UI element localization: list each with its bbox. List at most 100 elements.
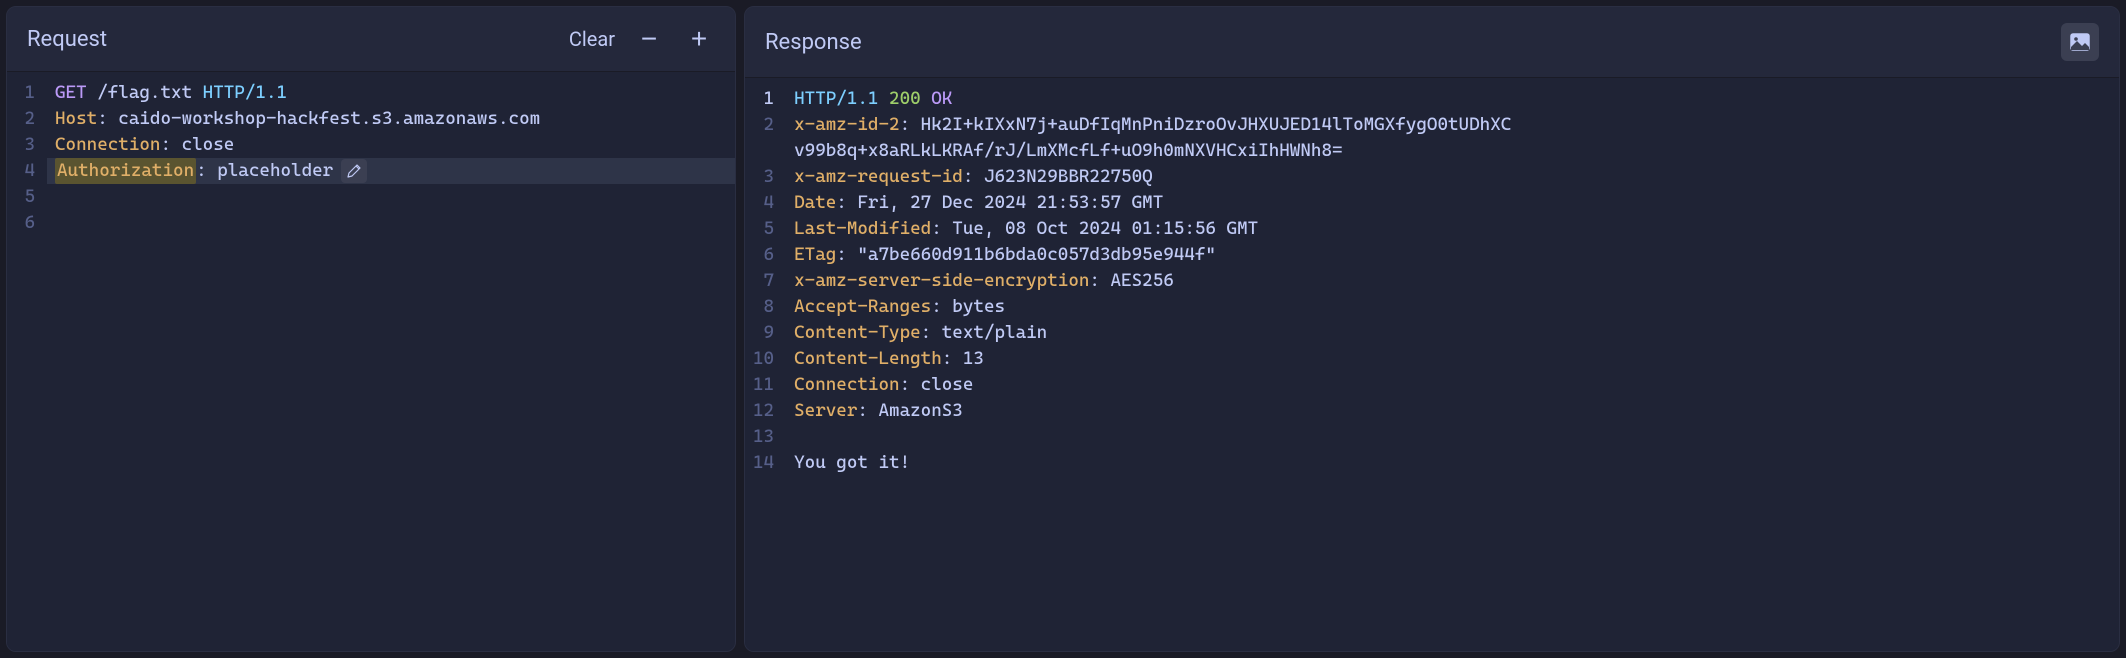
line-number: 1 (753, 86, 774, 112)
line-number: 2 (753, 112, 774, 138)
line-number: 1 (15, 80, 35, 106)
code-token: : Tue, 08 Oct 2024 01:15:56 GMT (931, 216, 1258, 242)
line-number: 6 (15, 210, 35, 236)
line-number: 6 (753, 242, 774, 268)
code-token: Date (794, 190, 836, 216)
code-token: Last-Modified (794, 216, 931, 242)
code-token: GET (55, 80, 87, 106)
response-code-line: Accept-Ranges: bytes (786, 294, 2119, 320)
line-number: 7 (753, 268, 774, 294)
response-panel: Response 1234567891011121314 HTTP/1.1 20… (744, 6, 2120, 652)
request-code-area[interactable]: 123456 GET /flag.txt HTTP/1.1Host: caido… (7, 72, 735, 651)
response-actions (2061, 23, 2099, 61)
response-code-line: ETag: "a7be660d911b6bda0c057d3db95e944f" (786, 242, 2119, 268)
code-token: Content-Type (794, 320, 921, 346)
code-token: HTTP/1.1 (794, 86, 889, 112)
minus-icon: − (641, 23, 657, 55)
code-token: Server (794, 398, 857, 424)
line-number: 11 (753, 372, 774, 398)
line-number: 5 (753, 216, 774, 242)
code-token: x-amz-server-side-encryption (794, 268, 1089, 294)
request-panel: Request Clear − + 123456 GET /flag.txt H… (6, 6, 736, 652)
request-actions: Clear − + (569, 23, 715, 55)
response-code-line: Content-Length: 13 (786, 346, 2119, 372)
request-code-line: Authorization: placeholder (47, 158, 735, 184)
response-code-line: Server: AmazonS3 (786, 398, 2119, 424)
request-title: Request (27, 27, 569, 52)
request-code-line: Host: caido-workshop-hackfest.s3.amazona… (47, 106, 735, 132)
code-token: Connection (55, 132, 160, 158)
response-code-line: x-amz-server-side-encryption: AES256 (786, 268, 2119, 294)
line-number: 14 (753, 450, 774, 476)
request-code-content[interactable]: GET /flag.txt HTTP/1.1Host: caido-worksh… (47, 72, 735, 651)
line-number: 10 (753, 346, 774, 372)
code-token: : caido-workshop-hackfest.s3.amazonaws.c… (97, 106, 540, 132)
code-token: : AmazonS3 (857, 398, 962, 424)
code-token: : "a7be660d911b6bda0c057d3db95e944f" (836, 242, 1216, 268)
response-code-line: Content-Type: text/plain (786, 320, 2119, 346)
code-token: Connection (794, 372, 899, 398)
code-token: v99b8q+x8aRLkLKRAf/rJ/LmXMcfLf+uO9h0mNXV… (794, 138, 1342, 164)
response-code-line: Connection: close (786, 372, 2119, 398)
code-token: Content-Length (794, 346, 942, 372)
response-code-line: x-amz-id-2: Hk2I+kIXxN7j+auDfIqMnPniDzro… (786, 112, 2119, 138)
line-number: 13 (753, 424, 774, 450)
code-token: HTTP/1.1 (203, 80, 287, 106)
response-code-line: Last-Modified: Tue, 08 Oct 2024 01:15:56… (786, 216, 2119, 242)
response-code-line: v99b8q+x8aRLkLKRAf/rJ/LmXMcfLf+uO9h0mNXV… (786, 138, 2119, 164)
pencil-icon (347, 164, 361, 178)
code-token: OK (931, 86, 952, 112)
response-code-line: Date: Fri, 27 Dec 2024 21:53:57 GMT (786, 190, 2119, 216)
response-code-line (786, 424, 2119, 450)
line-number: 2 (15, 106, 35, 132)
code-token: You got it! (794, 450, 910, 476)
response-title: Response (765, 30, 2061, 55)
code-token: : placeholder (196, 158, 333, 184)
line-number: 5 (15, 184, 35, 210)
code-token: Authorization (55, 158, 196, 184)
response-header: Response (745, 7, 2119, 78)
clear-button[interactable]: Clear (569, 27, 615, 51)
code-token: Accept-Ranges (794, 294, 931, 320)
line-number: 3 (15, 132, 35, 158)
request-header: Request Clear − + (7, 7, 735, 72)
code-token: : Hk2I+kIXxN7j+auDfIqMnPniDzroOvJHXUJED1… (900, 112, 1512, 138)
response-code-line: HTTP/1.1 200 OK (786, 86, 2119, 112)
code-token: 200 (889, 86, 931, 112)
request-gutter: 123456 (7, 72, 47, 651)
code-token: : 13 (942, 346, 984, 372)
code-token: : Fri, 27 Dec 2024 21:53:57 GMT (836, 190, 1163, 216)
add-button[interactable]: + (683, 23, 715, 55)
response-gutter: 1234567891011121314 (745, 78, 786, 651)
code-token: : text/plain (921, 320, 1048, 346)
code-token: x-amz-request-id (794, 164, 963, 190)
image-icon (2070, 33, 2090, 51)
response-code-line: x-amz-request-id: J623N29BBR22750Q (786, 164, 2119, 190)
line-number: 9 (753, 320, 774, 346)
line-number: 12 (753, 398, 774, 424)
plus-icon: + (691, 23, 707, 55)
code-token: Host (55, 106, 97, 132)
response-code-content: HTTP/1.1 200 OKx-amz-id-2: Hk2I+kIXxN7j+… (786, 78, 2119, 651)
code-token: : bytes (931, 294, 1005, 320)
image-preview-button[interactable] (2061, 23, 2099, 61)
request-code-line: GET /flag.txt HTTP/1.1 (47, 80, 735, 106)
minimize-button[interactable]: − (633, 23, 665, 55)
code-token: : close (160, 132, 234, 158)
line-number: 4 (753, 190, 774, 216)
edit-placeholder-button[interactable] (341, 159, 367, 183)
line-number: 4 (15, 158, 35, 184)
code-token: x-amz-id-2 (794, 112, 899, 138)
response-code-line: You got it! (786, 450, 2119, 476)
request-code-line (47, 184, 735, 210)
request-code-line: Connection: close (47, 132, 735, 158)
code-token: ETag (794, 242, 836, 268)
line-number (753, 138, 774, 164)
request-code-line (47, 210, 735, 236)
response-code-area[interactable]: 1234567891011121314 HTTP/1.1 200 OKx-amz… (745, 78, 2119, 651)
code-token: : J623N29BBR22750Q (963, 164, 1153, 190)
code-token: : close (900, 372, 974, 398)
code-token: : AES256 (1089, 268, 1173, 294)
code-token: /flag.txt (87, 80, 203, 106)
line-number: 8 (753, 294, 774, 320)
